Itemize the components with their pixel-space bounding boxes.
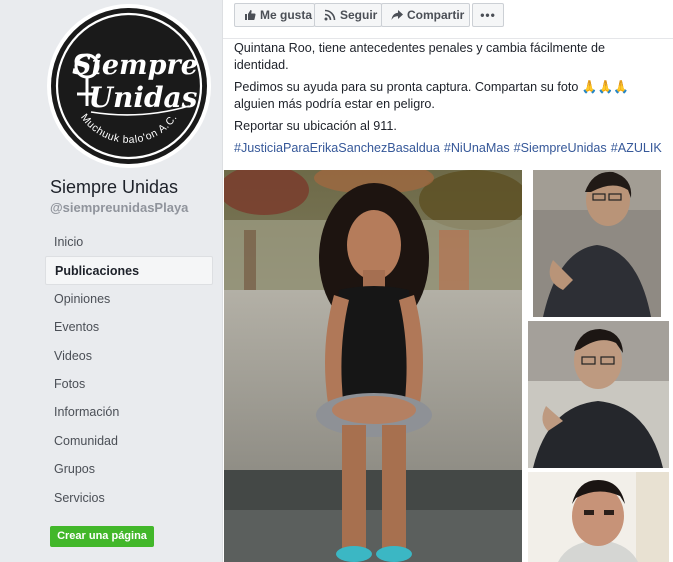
follow-button[interactable]: Seguir <box>314 3 382 27</box>
page-action-bar: Me gusta Seguir Compartir ••• <box>223 0 673 39</box>
nav-item-grupos[interactable]: Grupos <box>45 455 213 483</box>
siempre-unidas-logo: Siempre Unidas Muchuuk balo'on A.C. <box>51 8 207 164</box>
post-text-line: Reportar su ubicación al 911. <box>234 119 397 133</box>
nav-item-eventos[interactable]: Eventos <box>45 313 213 341</box>
nav-item-videos[interactable]: Videos <box>45 342 213 370</box>
nav-item-comunidad[interactable]: Comunidad <box>45 427 213 455</box>
main-photo-woman[interactable] <box>224 170 522 562</box>
post-text: Quintana Roo, tiene antecedentes penales… <box>234 40 666 157</box>
post-text-line: Pedimos su ayuda para su pronta captura.… <box>234 80 629 94</box>
hashtag-link[interactable]: #AZULIK <box>611 141 662 155</box>
page-handle[interactable]: @siempreunidasPlaya <box>50 200 188 215</box>
suspect-photo-3[interactable] <box>528 472 669 562</box>
post-text-line: Quintana Roo, tiene antecedentes penales… <box>234 41 606 55</box>
page-profile-picture[interactable]: Siempre Unidas Muchuuk balo'on A.C. <box>47 4 211 168</box>
rss-icon <box>323 4 337 26</box>
nav-item-servicios[interactable]: Servicios <box>45 484 213 512</box>
hashtag-link[interactable]: #JusticiaParaErikaSanchezBasaldua <box>234 141 440 155</box>
post-card: Me gusta Seguir Compartir ••• Quintana R… <box>222 0 673 562</box>
nav-item-inicio[interactable]: Inicio <box>45 228 213 256</box>
post-text-line: alguien más podría estar en peligro. <box>234 97 435 111</box>
more-options-button[interactable]: ••• <box>472 3 504 27</box>
nav-item-informacion[interactable]: Información <box>45 398 213 426</box>
more-dots-icon: ••• <box>480 8 496 22</box>
suspect-photo-1[interactable] <box>533 170 661 317</box>
thumbs-up-icon <box>243 4 257 26</box>
logo-text-line1: Siempre <box>72 50 198 81</box>
logo-subtitle: Muchuuk balo'on A.C. <box>78 112 179 146</box>
share-button[interactable]: Compartir <box>381 3 470 27</box>
hashtag-list: #JusticiaParaErikaSanchezBasaldua #NiUnaM… <box>234 140 666 157</box>
like-button[interactable]: Me gusta <box>234 3 315 27</box>
follow-button-label: Seguir <box>340 8 378 22</box>
nav-item-fotos[interactable]: Fotos <box>45 370 213 398</box>
logo-text-line2: Unidas <box>89 81 198 114</box>
post-text-line: identidad. <box>234 58 289 72</box>
create-page-button[interactable]: Crear una página <box>50 526 154 547</box>
share-button-label: Compartir <box>407 8 465 22</box>
nav-item-publicaciones[interactable]: Publicaciones <box>45 256 213 285</box>
page-name[interactable]: Siempre Unidas <box>50 177 178 198</box>
hashtag-link[interactable]: #SiempreUnidas <box>514 141 607 155</box>
page-nav: Inicio Publicaciones Opiniones Eventos V… <box>45 228 213 512</box>
suspect-photo-2[interactable] <box>528 321 669 468</box>
left-sidebar: Siempre Unidas Muchuuk balo'on A.C. Siem… <box>0 0 222 562</box>
hashtag-link[interactable]: #NiUnaMas <box>444 141 510 155</box>
nav-item-opiniones[interactable]: Opiniones <box>45 285 213 313</box>
svg-text:Muchuuk balo'on A.C.: Muchuuk balo'on A.C. <box>78 112 180 146</box>
share-arrow-icon <box>390 4 404 26</box>
like-button-label: Me gusta <box>260 8 313 22</box>
